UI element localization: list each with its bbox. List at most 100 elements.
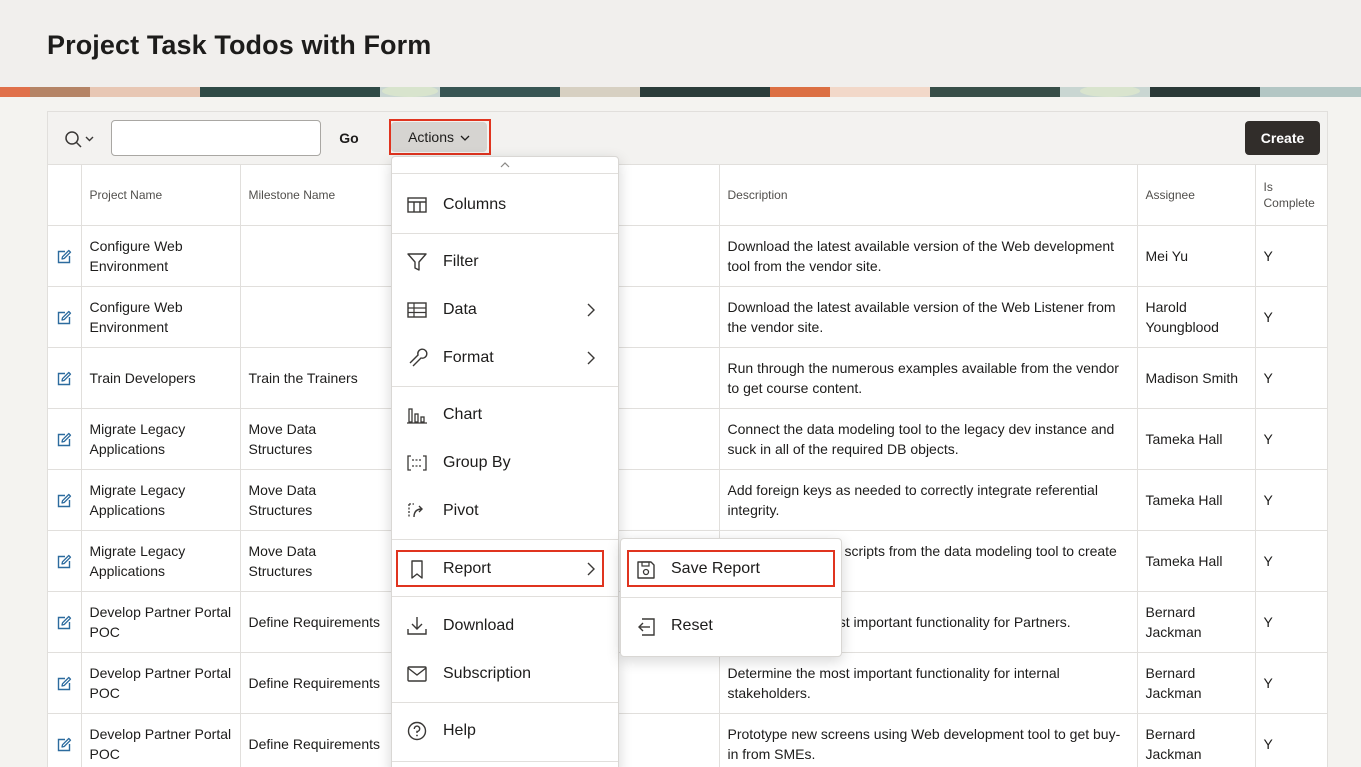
report-highlight	[396, 550, 604, 587]
menu-item-label: Subscription	[443, 665, 532, 682]
cell-project-name: Develop Partner Portal POC	[81, 652, 241, 714]
menu-item-chart[interactable]: Chart	[392, 392, 618, 438]
cell-is-complete: Y	[1255, 713, 1328, 767]
cell-milestone-name: Train the Trainers	[240, 347, 393, 409]
edit-cell	[48, 225, 82, 287]
cell-assignee: Tameka Hall	[1137, 469, 1256, 531]
cell-project-name: Configure Web Environment	[81, 286, 241, 348]
cell-assignee: Harold Youngblood	[1137, 286, 1256, 348]
edit-icon[interactable]	[56, 554, 72, 570]
cell-description: Download the latest available version of…	[719, 286, 1138, 348]
cell-milestone-name: Define Requirements	[240, 591, 393, 653]
menu-item-data[interactable]: Data	[392, 287, 618, 333]
menu-separator	[392, 386, 618, 387]
menu-item-download[interactable]: Download	[392, 603, 618, 649]
scroll-up-icon[interactable]	[392, 157, 618, 173]
edit-icon[interactable]	[56, 615, 72, 631]
column-header-assignee[interactable]: Assignee	[1137, 165, 1256, 226]
menu-item-label: Pivot	[443, 502, 479, 519]
menu-item-group-by[interactable]: Group By	[392, 440, 618, 486]
cell-assignee: Bernard Jackman	[1137, 652, 1256, 714]
columns-icon	[407, 197, 427, 213]
table-header-row: Project Name Milestone Name Description …	[48, 165, 1328, 226]
menu-separator	[392, 233, 618, 234]
menu-item-pivot[interactable]: Pivot	[392, 488, 618, 534]
wrench-icon	[409, 348, 428, 367]
cell-project-name: Train Developers	[81, 347, 241, 409]
menu-separator	[392, 596, 618, 597]
cell-milestone-name: Define Requirements	[240, 713, 393, 767]
menu-item-label: Format	[443, 349, 494, 366]
cell-description: Run through the numerous examples availa…	[719, 347, 1138, 409]
menu-separator	[621, 597, 841, 598]
help-icon	[407, 721, 427, 741]
data-icon	[407, 302, 427, 318]
cell-milestone-name	[240, 286, 393, 348]
report-submenu: Save Report Reset	[620, 538, 842, 657]
cell-description: Prototype new screens using Web developm…	[719, 713, 1138, 767]
pivot-icon	[408, 503, 423, 518]
edit-cell	[48, 530, 82, 592]
column-header-description[interactable]: Description	[719, 165, 1138, 226]
page-header: Project Task Todos with Form	[0, 0, 1361, 97]
menu-item-format[interactable]: Format	[392, 335, 618, 381]
edit-icon[interactable]	[56, 493, 72, 509]
edit-icon[interactable]	[56, 371, 72, 387]
actions-highlight	[389, 119, 491, 155]
menu-item-subscription[interactable]: Subscription	[392, 651, 618, 697]
menu-item-help[interactable]: Help	[392, 708, 618, 754]
column-header-is-complete[interactable]: Is Complete	[1255, 165, 1328, 226]
menu-separator	[392, 761, 618, 762]
edit-cell	[48, 713, 82, 767]
reset-icon	[638, 618, 655, 636]
menu-item-columns[interactable]: Columns	[392, 182, 618, 228]
menu-separator	[392, 173, 618, 174]
edit-cell	[48, 408, 82, 470]
cell-is-complete: Y	[1255, 225, 1328, 287]
go-button[interactable]: Go	[331, 124, 367, 152]
chart-icon	[407, 408, 427, 424]
save-report-highlight	[627, 550, 835, 587]
table-row: Configure Web Environment Download the la…	[48, 225, 1328, 287]
decorative-banner	[0, 87, 1361, 97]
table-row: Train DevelopersTrain the Trainershosted…	[48, 347, 1328, 409]
cell-is-complete: Y	[1255, 652, 1328, 714]
edit-cell	[48, 286, 82, 348]
menu-item-filter[interactable]: Filter	[392, 239, 618, 285]
cell-is-complete: Y	[1255, 591, 1328, 653]
download-icon	[407, 617, 427, 635]
edit-cell	[48, 652, 82, 714]
edit-icon[interactable]	[56, 432, 72, 448]
search-column-icon[interactable]	[62, 128, 98, 150]
edit-icon[interactable]	[56, 737, 72, 753]
cell-assignee: Tameka Hall	[1137, 408, 1256, 470]
cell-is-complete: Y	[1255, 408, 1328, 470]
cell-description: Determine the most important functionali…	[719, 652, 1138, 714]
table-row: Develop Partner Portal POC Define Require…	[48, 652, 1328, 714]
menu-item-label: Download	[443, 617, 515, 634]
menu-item-label: Chart	[443, 406, 483, 423]
cell-assignee: Bernard Jackman	[1137, 591, 1256, 653]
search-input[interactable]	[111, 120, 321, 156]
cell-description: Add foreign keys as needed to correctly …	[719, 469, 1138, 531]
column-header-project-name[interactable]: Project Name	[81, 165, 241, 226]
create-button[interactable]: Create	[1245, 121, 1320, 155]
cell-milestone-name	[240, 225, 393, 287]
cell-assignee: Bernard Jackman	[1137, 713, 1256, 767]
chevron-right-icon	[587, 303, 595, 317]
column-header-milestone-name[interactable]: Milestone Name	[240, 165, 393, 226]
edit-icon[interactable]	[56, 676, 72, 692]
edit-icon[interactable]	[56, 249, 72, 265]
menu-item-label: Data	[443, 301, 477, 318]
menu-item-label: Filter	[443, 253, 479, 270]
menu-separator	[392, 702, 618, 703]
table-row: Develop Partner Portal POC Define Require…	[48, 713, 1328, 767]
menu-item-reset[interactable]: Reset	[621, 603, 841, 649]
table-row: Migrate Legacy Applications Move Data Str…	[48, 408, 1328, 470]
edit-icon[interactable]	[56, 310, 72, 326]
cell-is-complete: Y	[1255, 530, 1328, 592]
report-table: Project Name Milestone Name Description …	[48, 165, 1328, 767]
table-row: Configure Web Environmentn vendorDownloa…	[48, 286, 1328, 348]
cell-project-name: Migrate Legacy Applications	[81, 469, 241, 531]
cell-project-name: Develop Partner Portal POC	[81, 591, 241, 653]
